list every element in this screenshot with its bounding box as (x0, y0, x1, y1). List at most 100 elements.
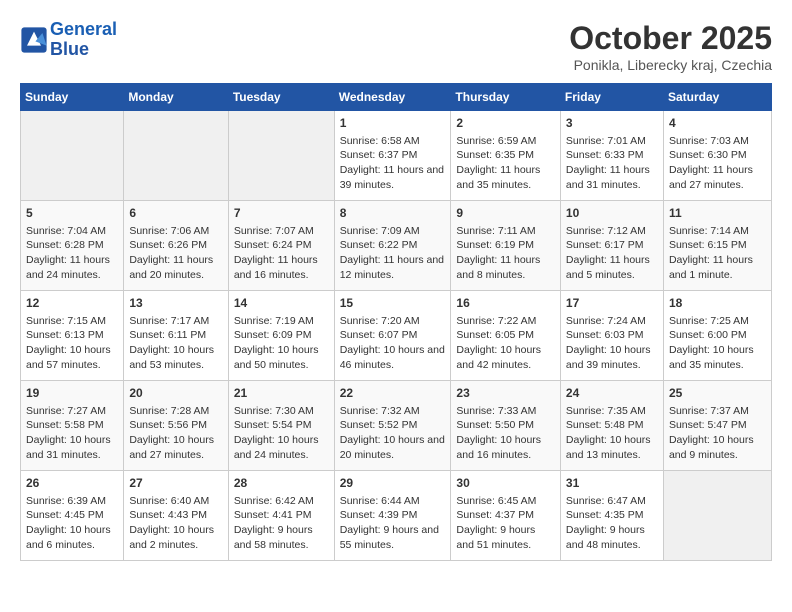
header-wednesday: Wednesday (334, 84, 451, 111)
day-number: 6 (129, 205, 222, 222)
calendar-cell: 21Sunrise: 7:30 AMSunset: 5:54 PMDayligh… (228, 381, 334, 471)
cell-content: Daylight: 9 hours and 55 minutes. (340, 523, 446, 552)
cell-content: Sunrise: 7:30 AM (234, 404, 329, 419)
cell-content: Sunset: 6:19 PM (456, 238, 555, 253)
cell-content: Sunrise: 7:06 AM (129, 224, 222, 239)
cell-content: Sunrise: 6:58 AM (340, 134, 446, 149)
cell-content: Daylight: 11 hours and 35 minutes. (456, 163, 555, 192)
cell-content: Daylight: 10 hours and 9 minutes. (669, 433, 766, 462)
cell-content: Sunset: 6:28 PM (26, 238, 118, 253)
day-number: 7 (234, 205, 329, 222)
day-number: 22 (340, 385, 446, 402)
cell-content: Daylight: 10 hours and 2 minutes. (129, 523, 222, 552)
cell-content: Sunrise: 7:11 AM (456, 224, 555, 239)
day-number: 26 (26, 475, 118, 492)
calendar-cell: 22Sunrise: 7:32 AMSunset: 5:52 PMDayligh… (334, 381, 451, 471)
cell-content: Sunset: 6:15 PM (669, 238, 766, 253)
cell-content: Sunrise: 7:07 AM (234, 224, 329, 239)
cell-content: Sunrise: 7:24 AM (566, 314, 658, 329)
calendar-cell: 24Sunrise: 7:35 AMSunset: 5:48 PMDayligh… (560, 381, 663, 471)
calendar-cell: 29Sunrise: 6:44 AMSunset: 4:39 PMDayligh… (334, 471, 451, 561)
cell-content: Sunrise: 7:12 AM (566, 224, 658, 239)
day-number: 16 (456, 295, 555, 312)
calendar-week-row: 19Sunrise: 7:27 AMSunset: 5:58 PMDayligh… (21, 381, 772, 471)
cell-content: Sunset: 5:47 PM (669, 418, 766, 433)
cell-content: Sunrise: 7:28 AM (129, 404, 222, 419)
calendar-header-row: SundayMondayTuesdayWednesdayThursdayFrid… (21, 84, 772, 111)
cell-content: Daylight: 10 hours and 57 minutes. (26, 343, 118, 372)
cell-content: Daylight: 11 hours and 20 minutes. (129, 253, 222, 282)
cell-content: Daylight: 9 hours and 58 minutes. (234, 523, 329, 552)
day-number: 12 (26, 295, 118, 312)
cell-content: Sunrise: 6:44 AM (340, 494, 446, 509)
cell-content: Sunset: 6:07 PM (340, 328, 446, 343)
cell-content: Daylight: 11 hours and 24 minutes. (26, 253, 118, 282)
cell-content: Sunrise: 7:09 AM (340, 224, 446, 239)
day-number: 24 (566, 385, 658, 402)
cell-content: Sunrise: 6:59 AM (456, 134, 555, 149)
page-header: General Blue October 2025 Ponikla, Liber… (20, 20, 772, 73)
calendar-cell: 23Sunrise: 7:33 AMSunset: 5:50 PMDayligh… (451, 381, 561, 471)
cell-content: Sunset: 4:45 PM (26, 508, 118, 523)
logo-text: General Blue (50, 20, 117, 60)
cell-content: Daylight: 11 hours and 16 minutes. (234, 253, 329, 282)
day-number: 27 (129, 475, 222, 492)
calendar-cell: 2Sunrise: 6:59 AMSunset: 6:35 PMDaylight… (451, 111, 561, 201)
cell-content: Daylight: 10 hours and 31 minutes. (26, 433, 118, 462)
calendar-cell: 12Sunrise: 7:15 AMSunset: 6:13 PMDayligh… (21, 291, 124, 381)
cell-content: Sunrise: 6:45 AM (456, 494, 555, 509)
cell-content: Daylight: 10 hours and 24 minutes. (234, 433, 329, 462)
calendar-cell: 5Sunrise: 7:04 AMSunset: 6:28 PMDaylight… (21, 201, 124, 291)
calendar-cell (663, 471, 771, 561)
logo-icon (20, 26, 48, 54)
calendar-cell: 28Sunrise: 6:42 AMSunset: 4:41 PMDayligh… (228, 471, 334, 561)
location-subtitle: Ponikla, Liberecky kraj, Czechia (569, 57, 772, 73)
cell-content: Daylight: 11 hours and 12 minutes. (340, 253, 446, 282)
calendar-cell: 26Sunrise: 6:39 AMSunset: 4:45 PMDayligh… (21, 471, 124, 561)
cell-content: Daylight: 11 hours and 39 minutes. (340, 163, 446, 192)
cell-content: Daylight: 10 hours and 13 minutes. (566, 433, 658, 462)
cell-content: Daylight: 9 hours and 51 minutes. (456, 523, 555, 552)
cell-content: Sunset: 4:43 PM (129, 508, 222, 523)
calendar-cell: 11Sunrise: 7:14 AMSunset: 6:15 PMDayligh… (663, 201, 771, 291)
calendar-cell: 1Sunrise: 6:58 AMSunset: 6:37 PMDaylight… (334, 111, 451, 201)
logo: General Blue (20, 20, 117, 60)
day-number: 30 (456, 475, 555, 492)
day-number: 8 (340, 205, 446, 222)
header-thursday: Thursday (451, 84, 561, 111)
cell-content: Sunset: 5:56 PM (129, 418, 222, 433)
cell-content: Sunset: 6:30 PM (669, 148, 766, 163)
calendar-cell: 19Sunrise: 7:27 AMSunset: 5:58 PMDayligh… (21, 381, 124, 471)
calendar-table: SundayMondayTuesdayWednesdayThursdayFrid… (20, 83, 772, 561)
calendar-cell: 20Sunrise: 7:28 AMSunset: 5:56 PMDayligh… (124, 381, 228, 471)
day-number: 23 (456, 385, 555, 402)
cell-content: Sunrise: 6:42 AM (234, 494, 329, 509)
day-number: 31 (566, 475, 658, 492)
cell-content: Daylight: 10 hours and 35 minutes. (669, 343, 766, 372)
cell-content: Daylight: 11 hours and 1 minute. (669, 253, 766, 282)
cell-content: Sunrise: 7:33 AM (456, 404, 555, 419)
calendar-cell (124, 111, 228, 201)
day-number: 3 (566, 115, 658, 132)
cell-content: Sunset: 5:50 PM (456, 418, 555, 433)
day-number: 14 (234, 295, 329, 312)
day-number: 20 (129, 385, 222, 402)
cell-content: Daylight: 10 hours and 39 minutes. (566, 343, 658, 372)
calendar-cell: 18Sunrise: 7:25 AMSunset: 6:00 PMDayligh… (663, 291, 771, 381)
cell-content: Sunrise: 7:03 AM (669, 134, 766, 149)
cell-content: Daylight: 11 hours and 5 minutes. (566, 253, 658, 282)
cell-content: Daylight: 10 hours and 6 minutes. (26, 523, 118, 552)
calendar-cell: 31Sunrise: 6:47 AMSunset: 4:35 PMDayligh… (560, 471, 663, 561)
cell-content: Sunrise: 7:37 AM (669, 404, 766, 419)
header-tuesday: Tuesday (228, 84, 334, 111)
cell-content: Sunrise: 7:27 AM (26, 404, 118, 419)
day-number: 29 (340, 475, 446, 492)
calendar-cell: 6Sunrise: 7:06 AMSunset: 6:26 PMDaylight… (124, 201, 228, 291)
calendar-cell: 10Sunrise: 7:12 AMSunset: 6:17 PMDayligh… (560, 201, 663, 291)
cell-content: Sunset: 6:17 PM (566, 238, 658, 253)
cell-content: Sunset: 5:54 PM (234, 418, 329, 433)
calendar-week-row: 1Sunrise: 6:58 AMSunset: 6:37 PMDaylight… (21, 111, 772, 201)
calendar-cell: 7 Sunrise: 7:07 AMSunset: 6:24 PMDaylight… (228, 201, 334, 291)
cell-content: Sunset: 6:24 PM (234, 238, 329, 253)
calendar-cell (228, 111, 334, 201)
